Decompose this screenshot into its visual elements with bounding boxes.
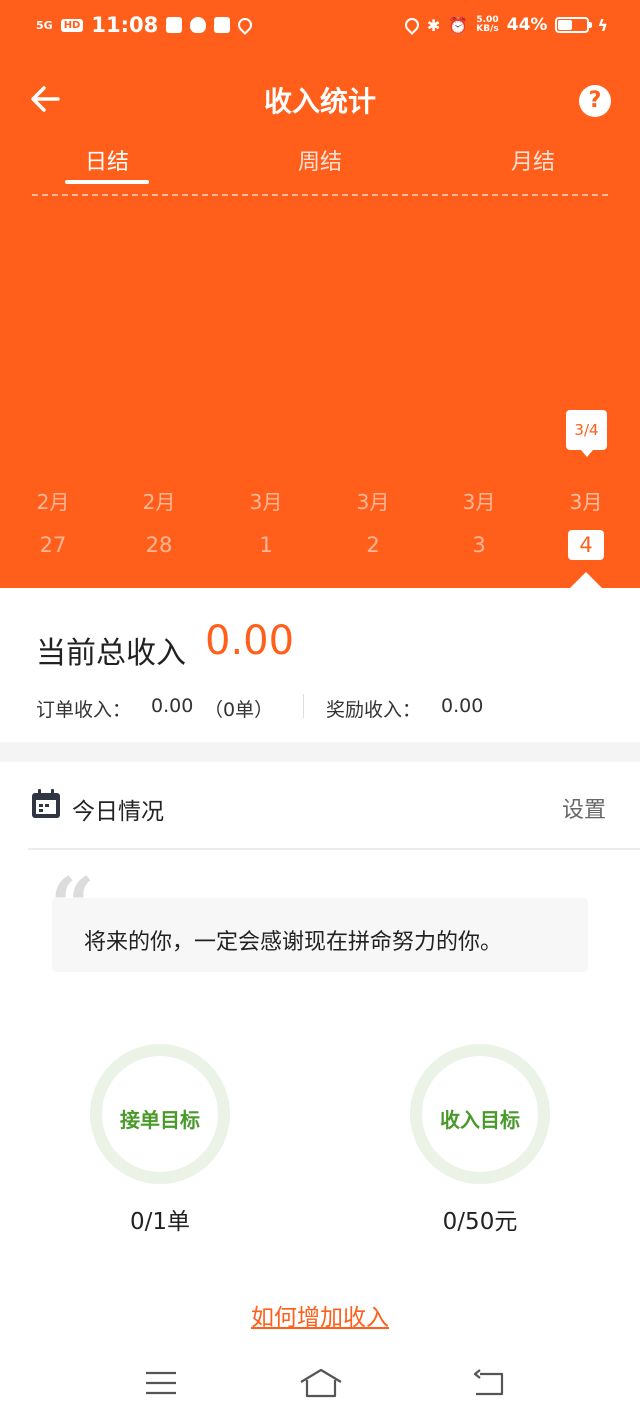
date-item[interactable]: 3月 1 xyxy=(231,488,301,560)
qq-icon xyxy=(190,17,207,33)
order-goal-label: 接单目标 xyxy=(120,1108,200,1132)
map-pin-icon xyxy=(235,15,256,35)
income-goal-label: 收入目标 xyxy=(440,1108,520,1132)
today-title: 今日情况 xyxy=(72,799,164,825)
header: 5G HD 11:08 ✱ ⏰ 5.00 KB/s 44% ϟ 收入统计 ? 日… xyxy=(0,0,640,588)
date-day: 27 xyxy=(39,533,67,557)
bonus-income-label: 奖励收入： xyxy=(326,699,422,721)
help-button[interactable]: ? xyxy=(579,85,611,117)
order-income-value: 0.00 xyxy=(151,695,194,717)
tab-indicator xyxy=(65,180,149,184)
income-goal-ring[interactable]: 收入目标 xyxy=(410,1044,550,1184)
page-title: 收入统计 xyxy=(263,85,376,118)
date-day: 3 xyxy=(472,533,486,557)
section-gap xyxy=(0,742,640,762)
mail-icon xyxy=(214,17,231,33)
date-item-selected[interactable]: 3月 4 xyxy=(551,488,621,560)
income-goal-value: 0/50元 xyxy=(442,1209,518,1235)
tab-monthly[interactable]: 月结 xyxy=(473,144,593,176)
location-icon xyxy=(402,15,422,35)
order-goal-ring[interactable]: 接单目标 xyxy=(90,1044,230,1184)
date-month: 2月 xyxy=(36,490,70,514)
status-bar: 5G HD 11:08 ✱ ⏰ 5.00 KB/s 44% ϟ xyxy=(0,0,640,50)
income-summary: 当前总收入 0.00 订单收入： 0.00 （0单） 奖励收入： 0.00 xyxy=(0,588,640,742)
date-item[interactable]: 2月 27 xyxy=(18,488,88,560)
date-month: 3月 xyxy=(356,490,390,514)
date-day: 28 xyxy=(145,533,173,557)
order-goal-value: 0/1单 xyxy=(129,1209,190,1235)
date-month: 3月 xyxy=(569,490,603,514)
speed-unit: KB/s xyxy=(476,24,499,34)
date-month: 3月 xyxy=(249,490,283,514)
total-income-label: 当前总收入 xyxy=(36,636,186,671)
today-section: 今日情况 设置 “ 将来的你，一定会感谢现在拼命努力的你。 接单目标 0/1单 … xyxy=(0,762,640,1352)
bluetooth-icon: ✱ xyxy=(426,15,441,35)
increase-income-link[interactable]: 如何增加收入 xyxy=(0,1298,640,1332)
tab-weekly[interactable]: 周结 xyxy=(260,144,380,176)
back-icon[interactable] xyxy=(470,1368,506,1398)
date-month: 2月 xyxy=(142,490,176,514)
status-right: ✱ ⏰ 5.00 KB/s 44% ϟ xyxy=(402,10,608,40)
date-item[interactable]: 2月 28 xyxy=(124,488,194,560)
menu-icon[interactable] xyxy=(144,1368,178,1398)
order-income-label: 订单收入： xyxy=(36,699,132,721)
alarm-icon: ⏰ xyxy=(448,15,469,35)
tab-daily[interactable]: 日结 xyxy=(47,144,167,176)
status-left: 5G HD 11:08 xyxy=(36,10,256,40)
motivational-quote: 将来的你，一定会感谢现在拼命努力的你。 xyxy=(84,930,503,955)
network-speed: 5.00 KB/s xyxy=(476,16,498,34)
date-month: 3月 xyxy=(462,490,496,514)
summary-separator xyxy=(303,694,304,718)
home-icon[interactable] xyxy=(299,1368,343,1398)
navigation-bar: 收入统计 ? xyxy=(0,72,640,128)
dashed-divider xyxy=(32,194,608,196)
battery-fill xyxy=(558,20,572,30)
settings-button[interactable]: 设置 xyxy=(562,792,606,824)
system-nav-bar xyxy=(0,1352,640,1422)
battery-percent: 44% xyxy=(506,15,548,35)
date-day: 4 xyxy=(568,530,604,560)
period-tabs: 日结 周结 月结 xyxy=(0,138,640,186)
charging-icon: ϟ xyxy=(597,15,608,35)
sim-icon xyxy=(166,17,183,33)
date-day: 2 xyxy=(366,533,380,557)
hd-icon: HD xyxy=(60,18,84,32)
selected-date-tooltip: 3/4 xyxy=(566,410,607,457)
selected-date-pointer xyxy=(570,572,602,588)
signal-icon: 5G xyxy=(36,18,53,32)
calendar-icon xyxy=(32,789,60,818)
section-divider xyxy=(28,848,640,850)
date-day: 1 xyxy=(259,533,273,557)
battery-icon xyxy=(555,17,593,33)
total-income-value: 0.00 xyxy=(205,618,295,664)
clock-time: 11:08 xyxy=(91,13,159,37)
date-item[interactable]: 3月 2 xyxy=(338,488,408,560)
bonus-income-value: 0.00 xyxy=(441,695,484,717)
date-item[interactable]: 3月 3 xyxy=(444,488,514,560)
order-count: （0单） xyxy=(204,699,274,721)
